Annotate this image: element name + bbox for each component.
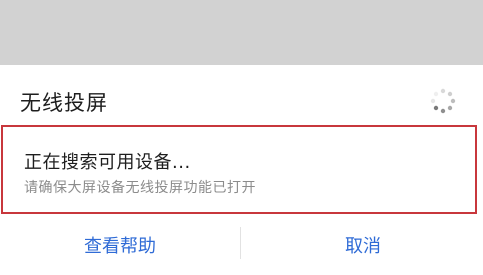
projection-hint-text: 请确保大屏设备无线投屏功能已打开 xyxy=(24,180,256,196)
dialog-actions: 查看帮助 取消 xyxy=(0,225,483,275)
wireless-projection-dialog: 无线投屏 正在搜索可用设备... 请确保大屏设备无线投屏功能已打开 查看帮助 取… xyxy=(0,65,483,275)
cancel-button[interactable]: 取消 xyxy=(243,225,483,265)
dimmed-background xyxy=(0,0,483,65)
search-status-panel: 正在搜索可用设备... 请确保大屏设备无线投屏功能已打开 xyxy=(1,125,477,214)
loading-spinner-icon xyxy=(430,88,456,114)
dialog-title: 无线投屏 xyxy=(20,91,108,115)
view-help-button[interactable]: 查看帮助 xyxy=(0,225,240,265)
button-divider xyxy=(240,227,241,259)
searching-status-text: 正在搜索可用设备... xyxy=(24,152,191,173)
